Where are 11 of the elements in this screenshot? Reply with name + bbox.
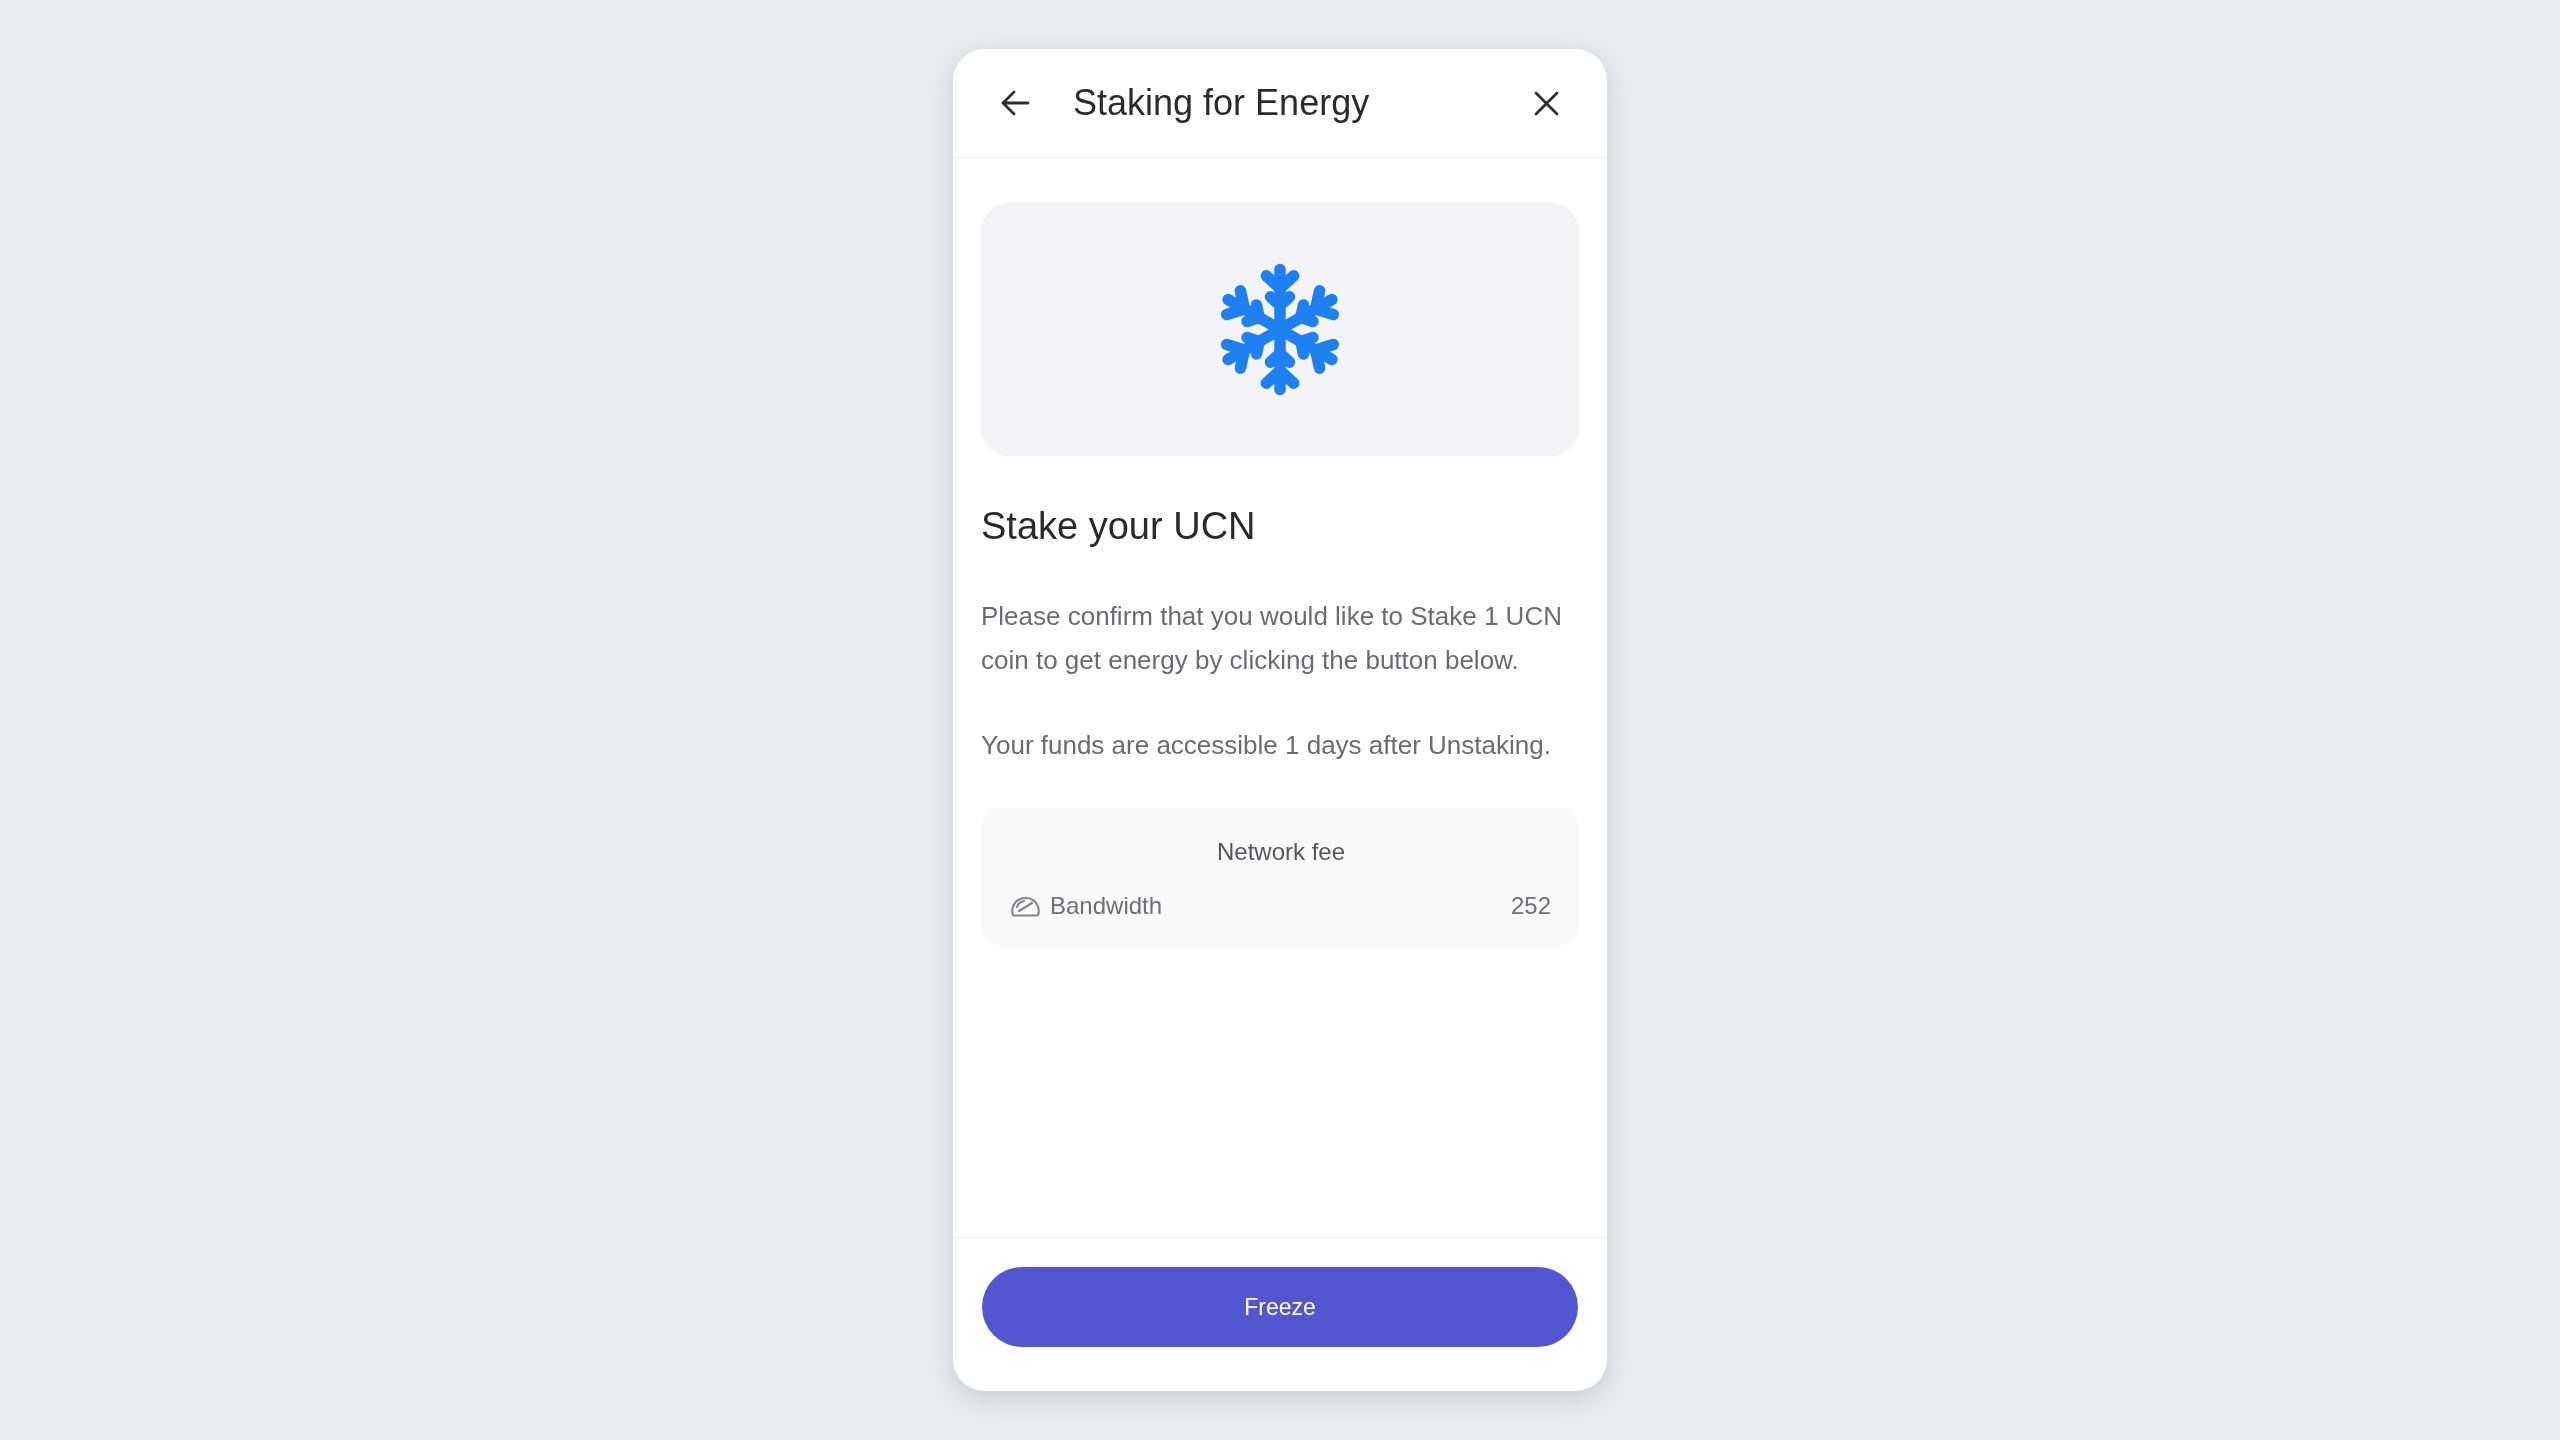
body-text: Please confirm that you would like to Stake 1 UCN coin to get energy by clicking the button below. bbox=[981, 600, 1563, 677]
fee-value: 252 bbox=[1510, 891, 1551, 921]
body-text: Your funds are accessible 1 days after Unstaking. bbox=[981, 729, 1552, 762]
back-icon[interactable] bbox=[1001, 90, 1030, 116]
fee-label: Bandwidth bbox=[1050, 891, 1163, 921]
freeze-button[interactable]: Freeze bbox=[982, 1267, 1578, 1347]
gauge-icon bbox=[1011, 895, 1040, 917]
close-icon[interactable] bbox=[1534, 90, 1559, 116]
section-heading: Stake your UCN bbox=[981, 504, 1257, 549]
fee-title: Network fee bbox=[1215, 837, 1347, 867]
dialog-title: Staking for Energy bbox=[1073, 81, 1370, 125]
